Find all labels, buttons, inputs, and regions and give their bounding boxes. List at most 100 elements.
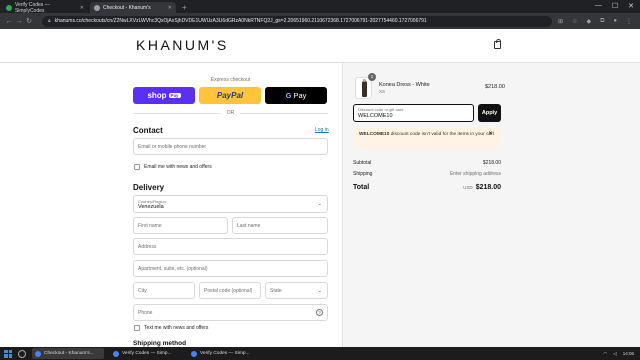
or-label: OR (226, 110, 235, 116)
newsletter-checkbox-row[interactable]: Email me with news and offers (134, 164, 212, 170)
discount-label: Discount code or gift card (358, 107, 404, 112)
minimize-icon[interactable]: — (595, 2, 602, 10)
lock-icon: 🔒︎ (48, 18, 51, 24)
simplycodes-icon (6, 4, 12, 11)
discount-value: WELCOME10 (358, 113, 393, 119)
close-icon[interactable]: ✕ (488, 130, 493, 137)
subtotal-label: Subtotal (353, 160, 372, 166)
url-bar[interactable]: 🔒︎ khanums.co/checkouts/cn/Z2NwLXVzLWVhc… (42, 15, 552, 27)
tab-verify-codes[interactable]: Verify Codes — SimplyCodes ✕ (2, 1, 88, 14)
total-amount: USD $218.00 (463, 184, 501, 191)
store-header: KHANUM'S (0, 29, 640, 63)
chevron-down-icon: ⌄ (317, 288, 322, 294)
store-logo[interactable]: KHANUM'S (136, 37, 229, 53)
close-icon[interactable]: ✕ (168, 5, 172, 11)
discount-error-message: WELCOME10 discount code isn't valid for … (353, 127, 501, 149)
quantity-badge: 1 (368, 73, 376, 81)
city-field[interactable]: City (133, 282, 195, 299)
phone-field[interactable]: Phone ? (133, 304, 328, 321)
express-checkout-label: Express checkout (210, 77, 251, 83)
star-icon[interactable]: ☆ (572, 18, 577, 25)
extension-icon[interactable]: ◆ (586, 18, 591, 25)
last-name-placeholder: Last name (237, 222, 261, 229)
close-icon[interactable]: ✕ (80, 5, 84, 11)
os-taskbar: Checkout - Khanum's... Verify Codes — Si… (0, 347, 640, 360)
apply-button[interactable]: Apply (478, 104, 501, 122)
last-name-field[interactable]: Last name (232, 217, 328, 234)
tab-checkout[interactable]: Checkout - Khanum's ✕ (90, 2, 176, 13)
url-text: khanums.co/checkouts/cn/Z2NwLXVzLWVhc3Qx… (54, 18, 427, 24)
state-select[interactable]: State ⌄ (265, 282, 328, 299)
postal-code-field[interactable]: Postal code (optional) (199, 282, 261, 299)
help-icon[interactable]: ? (316, 309, 323, 316)
paypal-button[interactable]: PayPal (199, 87, 261, 104)
chrome-icon (191, 350, 197, 357)
search-icon[interactable] (18, 349, 26, 358)
browser-extensions: ⊞ ☆ ◆ ⧉ ● ⋮ (558, 18, 640, 25)
newsletter-checkbox[interactable] (134, 164, 140, 170)
product-name: Konea Dress - White (379, 82, 430, 88)
shopping-bag-icon[interactable] (494, 39, 501, 49)
new-tab-icon[interactable]: + (182, 2, 187, 13)
shipping-row: Shipping Enter shipping address (353, 171, 501, 177)
forward-icon[interactable]: → (14, 18, 24, 25)
total-currency: USD (463, 185, 473, 190)
text-offers-checkbox[interactable] (134, 325, 140, 331)
close-window-icon[interactable]: ✕ (628, 2, 634, 10)
address-placeholder: Address (138, 243, 157, 250)
phone-placeholder: Phone (138, 309, 153, 316)
google-pay-button[interactable]: G Pay (265, 87, 327, 104)
taskbar-item-label: Verify Codes — Simp... (122, 351, 172, 356)
browser-tab-bar: Verify Codes — SimplyCodes ✕ Checkout - … (0, 0, 640, 14)
taskbar-item-label: Checkout - Khanum's... (44, 351, 94, 356)
volume-icon[interactable]: ◁ (613, 351, 616, 357)
profile-icon[interactable]: ● (613, 18, 617, 25)
subtotal-row: Subtotal $218.00 (353, 160, 501, 166)
clock[interactable]: 14:06 (623, 351, 634, 357)
email-field[interactable]: Email or mobile phone number (133, 138, 328, 155)
chevron-down-icon: ⌄ (317, 201, 322, 207)
taskbar-item[interactable]: Verify Codes — Simp... (188, 348, 260, 359)
address-field[interactable]: Address (133, 238, 328, 255)
menu-icon[interactable]: ⋮ (626, 18, 632, 25)
shipping-method-title: Shipping method (133, 340, 187, 347)
total-value: $218.00 (475, 184, 501, 191)
shop-pay-badge: Pay (168, 93, 181, 98)
first-name-field[interactable]: First name (133, 217, 228, 234)
shipping-label: Shipping (353, 171, 373, 177)
text-offers-checkbox-row[interactable]: Text me with news and offers (134, 325, 208, 331)
first-name-placeholder: First name (138, 222, 162, 229)
browser-toolbar: ← → ↻ 🔒︎ khanums.co/checkouts/cn/Z2NwLXV… (0, 13, 640, 29)
reload-icon[interactable]: ↻ (24, 17, 34, 25)
puzzle-icon[interactable]: ⧉ (600, 18, 604, 25)
shop-pay-label: shop (147, 91, 167, 100)
error-code: WELCOME10 (359, 132, 390, 137)
delivery-title: Delivery (133, 183, 165, 192)
taskbar-item[interactable]: Verify Codes — Simp... (110, 348, 182, 359)
or-divider: OR (133, 110, 328, 116)
country-select[interactable]: Country/Region Venezuela ⌄ (133, 195, 328, 213)
apartment-field[interactable]: Apartment, suite, etc. (optional) (133, 260, 328, 277)
city-placeholder: City (138, 287, 147, 294)
product-size: XS (379, 89, 386, 94)
apartment-placeholder: Apartment, suite, etc. (optional) (138, 265, 208, 272)
contact-title: Contact (133, 126, 163, 135)
tab-label: Verify Codes — SimplyCodes (14, 1, 50, 14)
google-pay-label: Pay (293, 91, 307, 100)
windows-start-icon[interactable] (4, 349, 12, 358)
maximize-icon[interactable]: ☐ (612, 2, 618, 10)
chrome-icon (113, 350, 119, 357)
translate-icon[interactable]: ⊞ (558, 18, 563, 25)
wifi-icon[interactable]: ◠ (603, 351, 607, 357)
state-placeholder: State (270, 287, 282, 294)
text-offers-label: Text me with news and offers (144, 325, 209, 331)
error-text: discount code isn't valid for the items … (389, 132, 495, 137)
discount-code-input[interactable]: Discount code or gift card WELCOME10 (353, 104, 474, 122)
login-link[interactable]: Log in (315, 127, 329, 133)
product-image (362, 79, 367, 97)
khanums-icon (94, 4, 100, 11)
shop-pay-button[interactable]: shop Pay (133, 87, 195, 104)
taskbar-item[interactable]: Checkout - Khanum's... (32, 348, 104, 359)
back-icon[interactable]: ← (4, 18, 14, 25)
chrome-icon (35, 350, 41, 357)
